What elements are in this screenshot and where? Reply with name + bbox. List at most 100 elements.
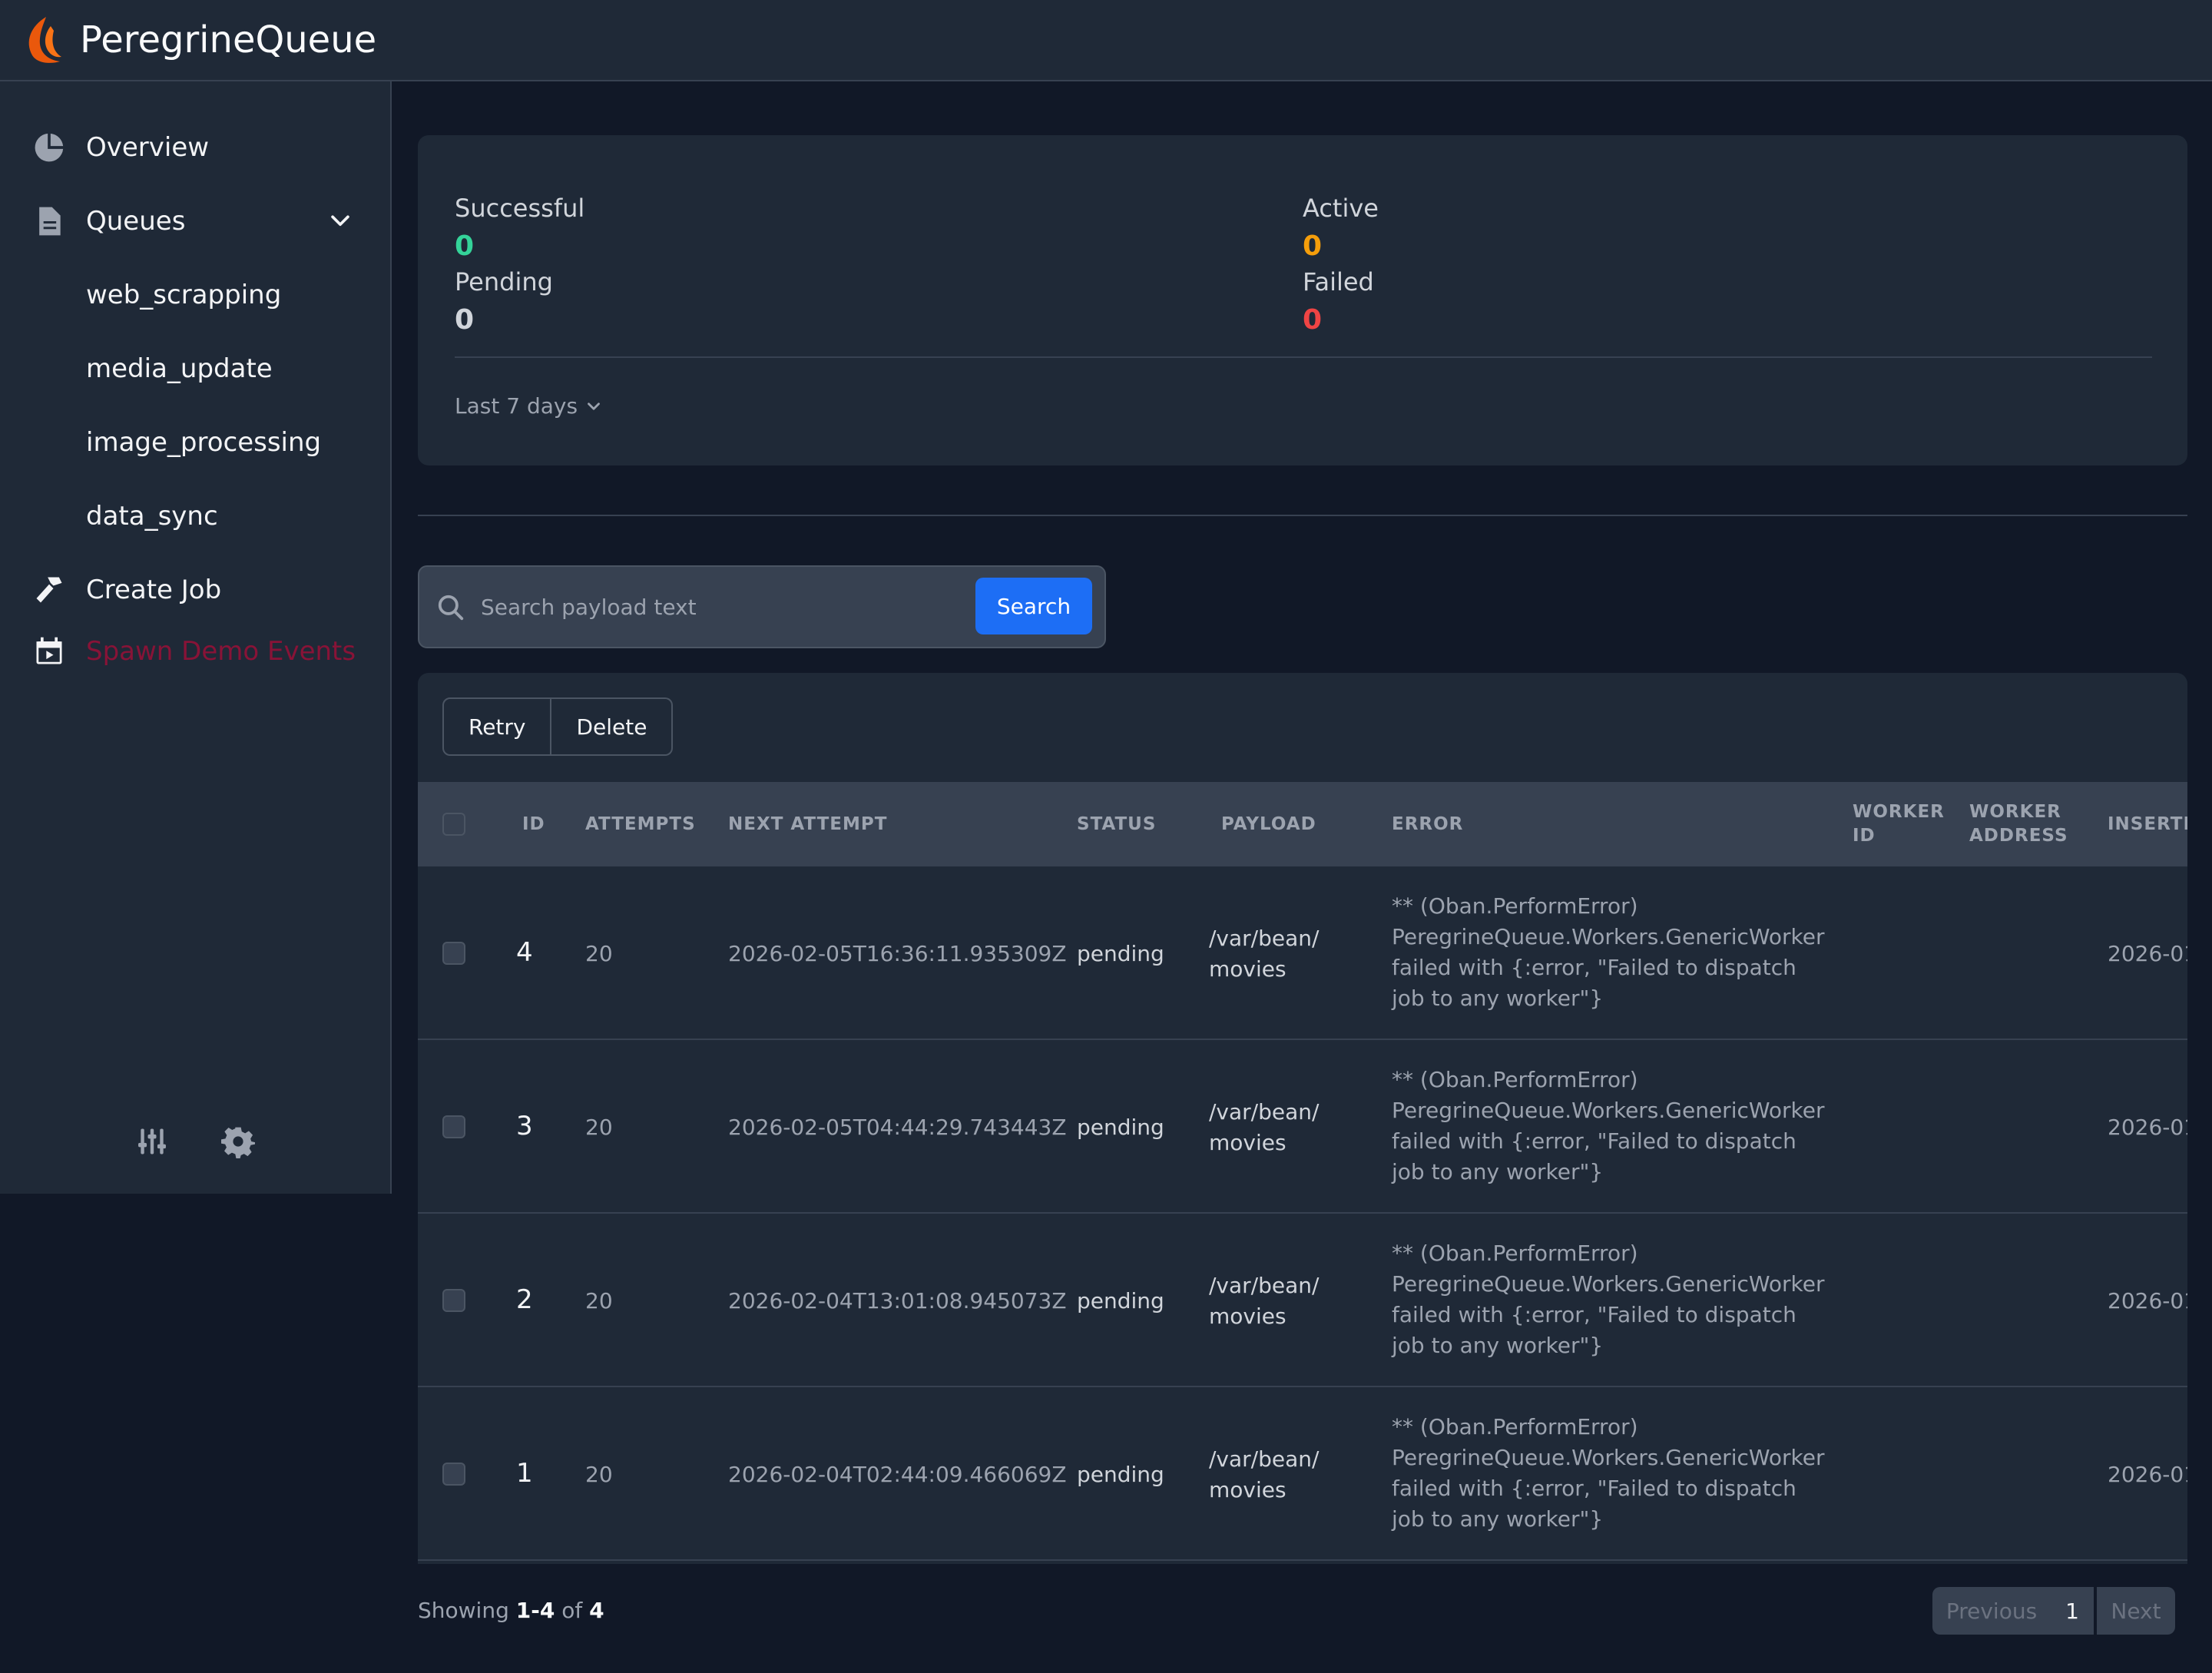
cell-error: ** (Oban.PerformError) PeregrineQueue.Wo…: [1392, 1067, 1825, 1184]
stat-active-value: 0: [1303, 230, 1323, 262]
sidebar-item-spawn-demo-events[interactable]: Spawn Demo Events: [0, 621, 392, 682]
sidebar-item-label: Queues: [86, 206, 186, 237]
column-header-status[interactable]: STATUS: [1077, 813, 1156, 836]
showing-range: 1-4: [515, 1598, 555, 1623]
cell-payload: /var/bean/ movies: [1209, 926, 1320, 982]
row-checkbox[interactable]: [442, 1463, 465, 1486]
sidebar-item-label: Overview: [86, 132, 210, 163]
column-header-next-attempt[interactable]: NEXT ATTEMPT: [728, 813, 887, 836]
column-header-inserted[interactable]: INSERTEI: [2108, 813, 2187, 836]
cell-next-attempt: 2026-02-04T13:01:08.945073Z: [728, 1288, 1067, 1314]
pagination-summary: Showing 1-4 of 4: [418, 1598, 604, 1623]
table-row[interactable]: 3 20 2026-02-05T04:44:29.743443Z pending…: [418, 1040, 2187, 1214]
sidebar-item-label: data_sync: [86, 501, 218, 532]
select-all-checkbox[interactable]: [442, 813, 465, 836]
column-header-id[interactable]: ID: [522, 813, 545, 836]
cell-inserted: 2026-01: [2108, 1288, 2187, 1314]
peregrine-logo-icon[interactable]: [23, 15, 63, 65]
jobs-table-card: Retry Delete ID ATTEMPTS NEXT ATTEMPT ST…: [418, 673, 2187, 1564]
stats-divider: [455, 356, 2152, 358]
sidebar-item-queues[interactable]: Queues: [0, 190, 392, 252]
table-row[interactable]: 2 20 2026-02-04T13:01:08.945073Z pending…: [418, 1214, 2187, 1387]
search-icon: [438, 595, 464, 621]
time-range-label: Last 7 days: [455, 393, 578, 419]
column-header-payload[interactable]: PAYLOAD: [1221, 813, 1316, 836]
sidebar-item-image-processing[interactable]: image_processing: [0, 412, 392, 473]
pie-chart-icon: [35, 133, 64, 162]
gear-icon[interactable]: [221, 1125, 255, 1158]
cell-error: ** (Oban.PerformError) PeregrineQueue.Wo…: [1392, 1414, 1825, 1532]
cell-status: pending: [1077, 1288, 1164, 1314]
table-row[interactable]: 1 20 2026-02-04T02:44:09.466069Z pending…: [418, 1387, 2187, 1561]
calendar-play-icon: [36, 637, 62, 664]
hammer-icon: [36, 577, 62, 603]
cell-error: ** (Oban.PerformError) PeregrineQueue.Wo…: [1392, 1241, 1825, 1358]
document-icon: [39, 207, 61, 236]
sidebar: Overview Queues web_scrapping media_upda…: [0, 81, 392, 1194]
showing-total: 4: [589, 1598, 604, 1623]
sidebar-item-create-job[interactable]: Create Job: [0, 559, 392, 621]
stat-successful-label: Successful: [455, 194, 585, 223]
sliders-icon[interactable]: [135, 1125, 169, 1158]
column-header-line: ID: [1853, 826, 1876, 846]
row-checkbox[interactable]: [442, 1289, 465, 1312]
sidebar-item-label: Spawn Demo Events: [86, 636, 356, 667]
cell-attempts: 20: [585, 1462, 613, 1487]
app-title[interactable]: PeregrineQueue: [80, 18, 376, 61]
cell-attempts: 20: [585, 941, 613, 966]
column-header-attempts[interactable]: ATTEMPTS: [585, 813, 696, 836]
table-row[interactable]: 4 20 2026-02-05T16:36:11.935309Z pending…: [418, 866, 2187, 1040]
showing-prefix: Showing: [418, 1598, 509, 1623]
retry-button[interactable]: Retry: [442, 697, 552, 756]
column-header-error[interactable]: ERROR: [1392, 813, 1463, 836]
sidebar-item-label: image_processing: [86, 427, 322, 458]
cell-attempts: 20: [585, 1115, 613, 1140]
stat-failed-value: 0: [1303, 304, 1323, 336]
pagination: Previous 1 Next: [1932, 1587, 2175, 1635]
row-checkbox[interactable]: [442, 1115, 465, 1138]
column-header-line: WORKER: [1969, 802, 2061, 822]
sidebar-item-overview[interactable]: Overview: [0, 117, 392, 178]
sidebar-footer: [0, 1111, 392, 1172]
top-header: PeregrineQueue: [0, 0, 2212, 81]
sidebar-item-data-sync[interactable]: data_sync: [0, 485, 392, 547]
cell-next-attempt: 2026-02-05T16:36:11.935309Z: [728, 941, 1067, 966]
stat-pending-label: Pending: [455, 267, 553, 297]
cell-payload: /var/bean/ movies: [1209, 1446, 1320, 1502]
cell-id: 4: [516, 937, 533, 968]
column-header-worker-id[interactable]: WORKER ID: [1853, 800, 1945, 848]
section-divider: [418, 515, 2187, 516]
search-input[interactable]: [481, 584, 911, 630]
cell-next-attempt: 2026-02-04T02:44:09.466069Z: [728, 1462, 1067, 1487]
next-page-button[interactable]: Next: [2097, 1587, 2175, 1635]
page-number-button[interactable]: 1: [2051, 1587, 2094, 1635]
time-range-dropdown[interactable]: Last 7 days: [455, 393, 604, 419]
stats-card: Successful 0 Pending 0 Active 0 Failed 0…: [418, 135, 2187, 465]
sidebar-item-media-update[interactable]: media_update: [0, 338, 392, 399]
cell-attempts: 20: [585, 1288, 613, 1314]
cell-inserted: 2026-01: [2108, 1462, 2187, 1487]
row-checkbox[interactable]: [442, 942, 465, 965]
column-header-worker-address[interactable]: WORKER ADDRESS: [1969, 800, 2068, 848]
cell-id: 2: [516, 1284, 533, 1315]
stat-pending-value: 0: [455, 304, 475, 336]
bulk-actions: Retry Delete: [442, 697, 674, 756]
cell-error: ** (Oban.PerformError) PeregrineQueue.Wo…: [1392, 893, 1825, 1011]
column-header-line: WORKER: [1853, 802, 1945, 822]
cell-id: 3: [516, 1111, 533, 1141]
sidebar-item-web-scrapping[interactable]: web_scrapping: [0, 264, 392, 326]
cell-status: pending: [1077, 1115, 1164, 1140]
sidebar-item-label: Create Job: [86, 575, 222, 605]
search-button[interactable]: Search: [975, 578, 1092, 634]
chevron-down-icon[interactable]: [327, 208, 353, 234]
column-header-line: ADDRESS: [1969, 826, 2068, 846]
cell-payload: /var/bean/ movies: [1209, 1273, 1320, 1329]
table-header: ID ATTEMPTS NEXT ATTEMPT STATUS PAYLOAD …: [418, 782, 2187, 866]
chevron-down-icon: [588, 402, 600, 410]
cell-payload: /var/bean/ movies: [1209, 1099, 1320, 1155]
stat-successful-value: 0: [455, 230, 475, 262]
previous-page-button[interactable]: Previous: [1932, 1587, 2051, 1635]
cell-inserted: 2026-01: [2108, 941, 2187, 966]
search-bar: Search: [418, 565, 1106, 648]
delete-button[interactable]: Delete: [551, 697, 674, 756]
